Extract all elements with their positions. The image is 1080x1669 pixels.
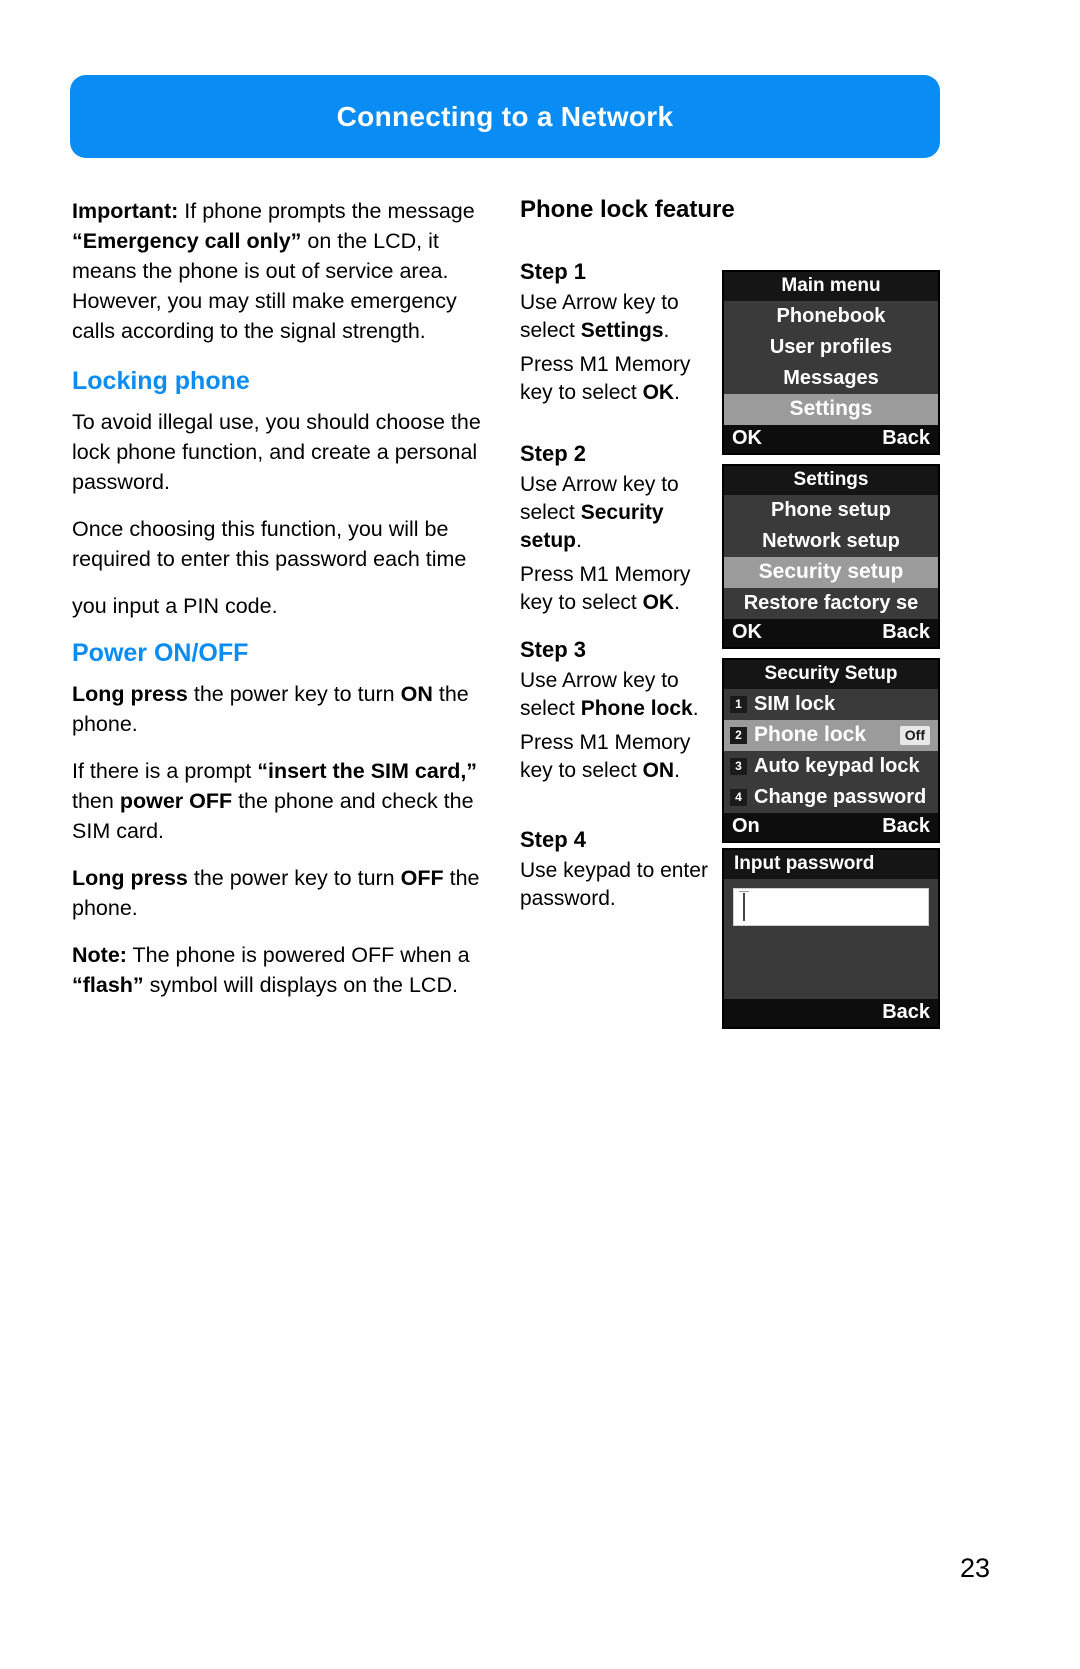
softkey-ok[interactable]: OK (732, 620, 762, 644)
step-2-text-b: . (576, 529, 582, 552)
step-1-text2-bold: OK (642, 381, 675, 404)
power-p3-bold-a: Long press (72, 866, 188, 890)
lcd-screen-input-password: Input password Back (722, 848, 940, 1029)
note-flash-quote: “flash” (72, 973, 144, 997)
power-p1-bold-a: Long press (72, 682, 188, 706)
item-number-badge: 4 (730, 788, 747, 806)
locking-phone-paragraph-1: To avoid illegal use, you should choose … (72, 410, 481, 494)
security-item-label: Auto keypad lock (754, 755, 920, 777)
step-3-instruction-2: Press M1 Memory key to select ON. (520, 729, 720, 785)
security-item-change-password[interactable]: 4 Change password (724, 782, 938, 813)
important-paragraph: Important: If phone prompts the message … (72, 196, 502, 346)
step-3-text-bold: Phone lock (580, 697, 693, 720)
lcd-body-security-setup: 1 SIM lock 2 Phone lock Off 3 Auto keypa… (724, 689, 938, 813)
step-1-instruction-2: Press M1 Memory key to select OK. (520, 351, 720, 407)
menu-item-phonebook[interactable]: Phonebook (724, 301, 938, 332)
heading-phone-lock-feature: Phone lock feature (520, 196, 735, 223)
lcd-softkeys-settings: OK Back (724, 619, 938, 647)
lcd-title-main-menu: Main menu (724, 272, 938, 301)
status-badge-off: Off (899, 725, 930, 745)
settings-item-security-setup[interactable]: Security setup (724, 557, 938, 588)
text-caret-icon (743, 893, 745, 921)
lcd-title-settings: Settings (724, 466, 938, 495)
power-p2-bold-a: “insert the SIM card,” (257, 759, 478, 783)
important-quote: “Emergency call only” (72, 229, 302, 253)
important-lead: Important: (72, 199, 179, 223)
power-p3-mid: the power key to turn (187, 866, 401, 890)
menu-item-user-profiles[interactable]: User profiles (724, 332, 938, 363)
locking-phone-paragraph-3: you input a PIN code. (72, 594, 278, 618)
menu-item-messages[interactable]: Messages (724, 363, 938, 394)
settings-item-network-setup[interactable]: Network setup (724, 526, 938, 557)
power-p1-mid: the power key to turn (187, 682, 401, 706)
lcd-body-main-menu: Phonebook User profiles Messages Setting… (724, 301, 938, 425)
heading-power-on-off: Power ON/OFF (72, 639, 249, 667)
lcd-screen-settings: Settings Phone setup Network setup Secur… (722, 464, 940, 649)
softkey-back[interactable]: Back (882, 620, 930, 644)
step-1-text-b: . (663, 319, 670, 342)
lcd-body-input-password (724, 879, 938, 999)
important-text-1: If phone prompts the message (178, 199, 475, 223)
lcd-softkeys-main-menu: OK Back (724, 425, 938, 453)
step-3-text-b: . (692, 697, 699, 720)
lcd-softkeys-input-password: Back (724, 999, 938, 1027)
step-1-instruction-1: Use Arrow key to select Settings. (520, 289, 720, 345)
power-p2-start: If there is a prompt (72, 759, 258, 783)
step-4-instruction-1: Use keypad to enter password. (520, 859, 708, 910)
heading-locking-phone: Locking phone (72, 367, 250, 395)
lcd-screen-security-setup: Security Setup 1 SIM lock 2 Phone lock O… (722, 658, 940, 843)
security-item-sim-lock[interactable]: 1 SIM lock (724, 689, 938, 720)
power-p1-bold-b: ON (400, 682, 433, 706)
item-number-badge: 3 (730, 757, 747, 775)
security-item-auto-keypad-lock[interactable]: 3 Auto keypad lock (724, 751, 938, 782)
note-lead: Note: (72, 943, 127, 967)
settings-item-phone-setup[interactable]: Phone setup (724, 495, 938, 526)
step-2-instruction-1: Use Arrow key to select Security setup. (520, 471, 720, 555)
softkey-back[interactable]: Back (882, 426, 930, 450)
step-1-text-bold: Settings (580, 319, 664, 342)
lcd-title-security-setup: Security Setup (724, 660, 938, 689)
security-item-phone-lock[interactable]: 2 Phone lock Off (724, 720, 938, 751)
step-2-text2-bold: OK (642, 591, 675, 614)
security-item-label: Phone lock (754, 723, 867, 746)
step-3-text2-bold: ON (642, 759, 675, 782)
note-text-1: The phone is powered OFF when a (126, 943, 470, 967)
softkey-back[interactable]: Back (882, 1000, 930, 1024)
page-header-banner: Connecting to a Network (70, 75, 940, 158)
item-number-badge: 2 (730, 726, 747, 744)
power-p2-bold-b: power OFF (119, 789, 233, 813)
step-2-text2-b: . (674, 591, 680, 614)
step-3-instruction-1: Use Arrow key to select Phone lock. (520, 667, 720, 723)
menu-item-settings[interactable]: Settings (724, 394, 938, 425)
power-paragraph-2: If there is a prompt “insert the SIM car… (72, 756, 502, 846)
lcd-screen-main-menu: Main menu Phonebook User profiles Messag… (722, 270, 940, 455)
step-3-text2-b: . (674, 759, 680, 782)
softkey-ok[interactable]: OK (732, 426, 762, 450)
settings-item-restore-factory[interactable]: Restore factory se (724, 588, 938, 619)
lcd-title-input-password: Input password (724, 850, 938, 879)
page-title: Connecting to a Network (336, 100, 674, 132)
lcd-body-settings: Phone setup Network setup Security setup… (724, 495, 938, 619)
note-text-2: symbol will displays on the LCD. (143, 973, 458, 997)
note-paragraph: Note: The phone is powered OFF when a “f… (72, 940, 502, 1000)
item-number-badge: 1 (730, 695, 747, 713)
page-number: 23 (959, 1553, 990, 1583)
security-item-label: Change password (754, 786, 927, 808)
step-2-instruction-2: Press M1 Memory key to select OK. (520, 561, 720, 617)
power-p3-bold-b: OFF (400, 866, 444, 890)
document-page: Connecting to a Network Important: If ph… (0, 0, 1080, 1669)
step-1-text2-b: . (674, 381, 680, 404)
power-paragraph-3: Long press the power key to turn OFF the… (72, 863, 502, 923)
security-item-label: SIM lock (754, 693, 836, 715)
power-paragraph-1: Long press the power key to turn ON the … (72, 679, 502, 739)
softkey-on[interactable]: On (732, 814, 760, 838)
left-column: Important: If phone prompts the message … (72, 196, 502, 1017)
password-input[interactable] (733, 888, 929, 926)
lcd-softkeys-security-setup: On Back (724, 813, 938, 841)
power-p2-mid: then (72, 789, 120, 813)
locking-phone-paragraph-2: Once choosing this function, you will be… (72, 517, 467, 571)
softkey-back[interactable]: Back (882, 814, 930, 838)
